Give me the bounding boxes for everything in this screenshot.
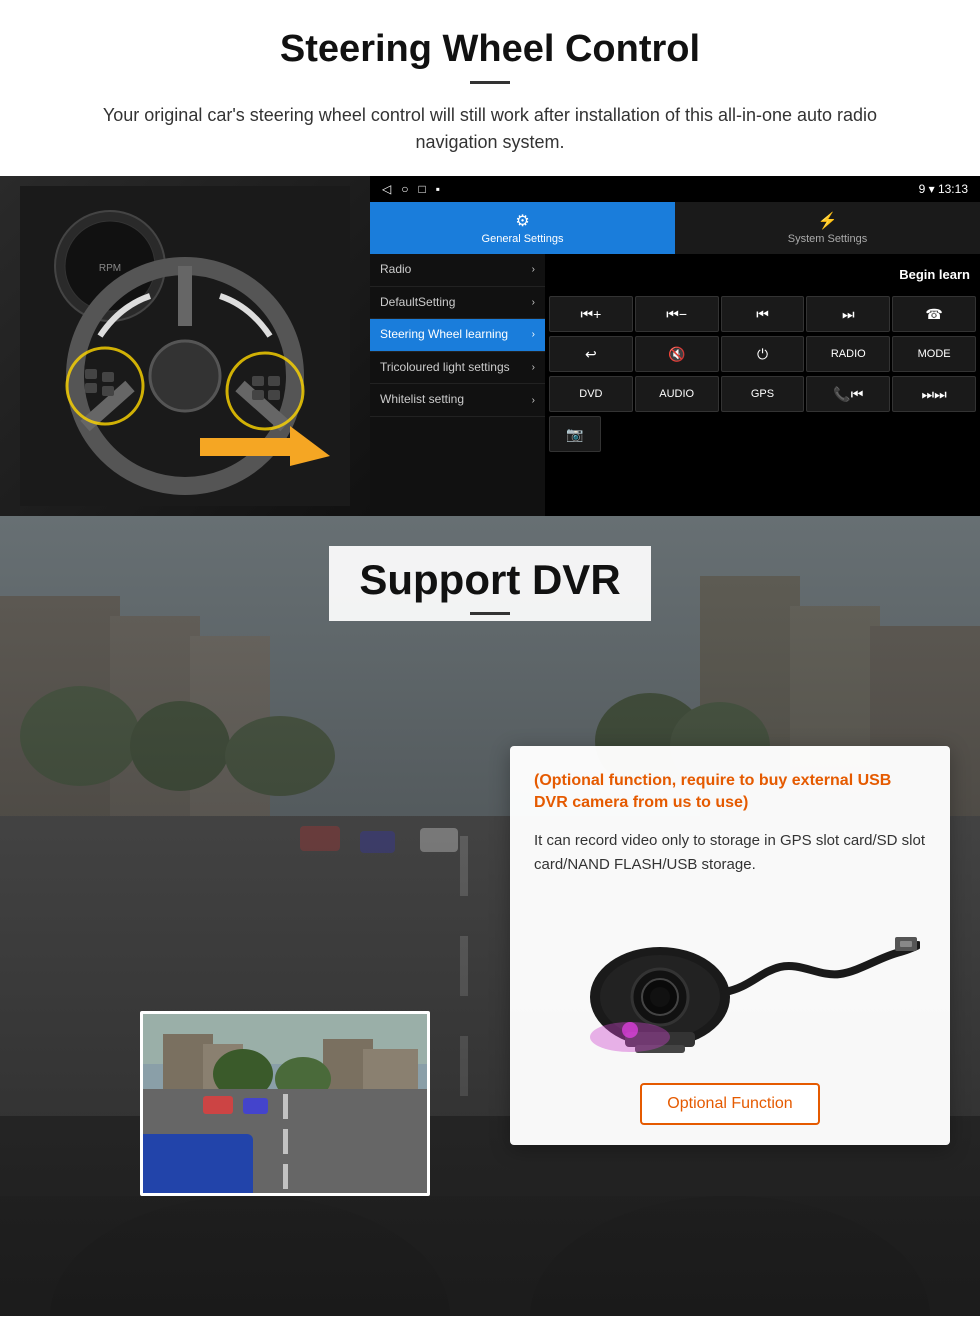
dvr-camera-image — [534, 897, 926, 1067]
tab-system-label: System Settings — [788, 233, 867, 245]
dvr-section: Support DVR — [0, 516, 980, 1316]
chevron-right-icon: › — [532, 394, 535, 407]
vol-plus-icon: ⏮+ — [581, 306, 602, 323]
android-content: Radio › DefaultSetting › Steering Wheel … — [370, 254, 980, 516]
ctrl-next[interactable]: ⏭ — [806, 296, 890, 332]
subtitle-text: Your original car's steering wheel contr… — [60, 102, 920, 156]
phone-icon: ☎ — [925, 306, 942, 323]
audio-label: AUDIO — [659, 388, 694, 400]
menu-radio-label: Radio — [380, 262, 411, 278]
dvr-thumbnail-image — [143, 1014, 427, 1193]
status-time: 9 ▾ 13:13 — [919, 182, 968, 196]
android-panel: ◁ ○ □ ▪ 9 ▾ 13:13 ⚙ General Settings ⚡ S… — [370, 176, 980, 516]
svg-text:RPM: RPM — [99, 263, 121, 274]
menu-whitelist-label: Whitelist setting — [380, 392, 464, 408]
menu-default-label: DefaultSetting — [380, 295, 455, 311]
dvr-thumbnail — [140, 1011, 430, 1196]
ctrl-vol-minus[interactable]: ⏮− — [635, 296, 719, 332]
ctrl-mute[interactable]: 🔇 — [635, 336, 719, 372]
ctrl-dvd[interactable]: DVD — [549, 376, 633, 412]
statusbar-nav-icons: ◁ ○ □ ▪ — [382, 182, 440, 196]
control-row-1: ⏮+ ⏮− ⏮ ⏭ ☎ — [545, 294, 980, 334]
prev-icon: ⏮ — [756, 306, 769, 323]
ff-icon: ⏭⏭ — [921, 386, 946, 403]
steering-wheel-section: RPM — [0, 176, 980, 516]
control-panel: Begin learn ⏮+ ⏮− ⏮ ⏭ — [545, 254, 980, 516]
statusbar: ◁ ○ □ ▪ 9 ▾ 13:13 — [370, 176, 980, 202]
radio-label: RADIO — [831, 348, 866, 360]
page-title: Steering Wheel Control — [60, 28, 920, 71]
ctrl-radio[interactable]: RADIO — [806, 336, 890, 372]
begin-learn-button[interactable]: Begin learn — [899, 267, 970, 282]
gear-icon: ⚙ — [515, 211, 529, 231]
system-icon: ⚡ — [818, 211, 838, 231]
header-section: Steering Wheel Control Your original car… — [0, 0, 980, 176]
menu-steering-label: Steering Wheel learning — [380, 327, 508, 343]
chevron-right-icon: › — [532, 263, 535, 276]
ctrl-power[interactable]: ⏻ — [721, 336, 805, 372]
menu-item-whitelist[interactable]: Whitelist setting › — [370, 384, 545, 417]
menu-item-radio[interactable]: Radio › — [370, 254, 545, 287]
vol-minus-icon: ⏮− — [666, 306, 687, 323]
menu-tricoloured-label: Tricoloured light settings — [380, 360, 510, 376]
control-row-2: ↩ 🔇 ⏻ RADIO MODE — [545, 334, 980, 374]
power-icon: ⏻ — [757, 346, 768, 363]
optional-function-button[interactable]: Optional Function — [640, 1083, 820, 1125]
menu-icon: ▪ — [436, 182, 440, 196]
chevron-right-icon: › — [532, 328, 535, 341]
mode-label: MODE — [918, 348, 951, 360]
dvr-title: Support DVR — [359, 556, 620, 604]
ctrl-hangup[interactable]: ↩ — [549, 336, 633, 372]
ctrl-prev[interactable]: ⏮ — [721, 296, 805, 332]
steering-wheel-image: RPM — [0, 176, 370, 516]
ctrl-call-prev[interactable]: 📞⏮ — [806, 376, 890, 412]
ctrl-phone[interactable]: ☎ — [892, 296, 976, 332]
ctrl-gps[interactable]: GPS — [721, 376, 805, 412]
mute-icon: 🔇 — [668, 346, 685, 363]
dvr-divider — [470, 612, 510, 615]
chevron-right-icon: › — [532, 296, 535, 309]
begin-learn-row: Begin learn — [545, 254, 980, 294]
control-row-4: 📷 — [545, 414, 980, 454]
control-row-3: DVD AUDIO GPS 📞⏮ ⏭⏭ — [545, 374, 980, 414]
camera-icon: 📷 — [566, 426, 583, 443]
ctrl-audio[interactable]: AUDIO — [635, 376, 719, 412]
ctrl-ff[interactable]: ⏭⏭ — [892, 376, 976, 412]
ctrl-mode[interactable]: MODE — [892, 336, 976, 372]
call-prev-icon: 📞⏮ — [833, 386, 863, 403]
chevron-right-icon: › — [532, 361, 535, 374]
home-icon: ○ — [401, 182, 408, 196]
ctrl-vol-plus[interactable]: ⏮+ — [549, 296, 633, 332]
dvr-description: It can record video only to storage in G… — [534, 829, 926, 877]
dvd-label: DVD — [579, 388, 602, 400]
android-tabs: ⚙ General Settings ⚡ System Settings — [370, 202, 980, 254]
dvr-optional-text: (Optional function, require to buy exter… — [534, 770, 926, 815]
hangup-icon: ↩ — [585, 346, 597, 363]
title-divider — [470, 81, 510, 84]
tab-general-settings[interactable]: ⚙ General Settings — [370, 202, 675, 254]
next-icon: ⏭ — [842, 306, 855, 323]
gps-label: GPS — [751, 388, 774, 400]
menu-item-defaultsetting[interactable]: DefaultSetting › — [370, 287, 545, 320]
tab-general-label: General Settings — [482, 233, 564, 245]
ctrl-cam[interactable]: 📷 — [549, 416, 601, 452]
recent-icon: □ — [418, 182, 425, 196]
menu-item-steering-wheel[interactable]: Steering Wheel learning › — [370, 319, 545, 352]
menu-item-tricoloured[interactable]: Tricoloured light settings › — [370, 352, 545, 385]
dvr-info-card: (Optional function, require to buy exter… — [510, 746, 950, 1145]
tab-system-settings[interactable]: ⚡ System Settings — [675, 202, 980, 254]
dvr-title-container: Support DVR — [0, 516, 980, 631]
back-icon: ◁ — [382, 182, 391, 196]
menu-list: Radio › DefaultSetting › Steering Wheel … — [370, 254, 545, 516]
